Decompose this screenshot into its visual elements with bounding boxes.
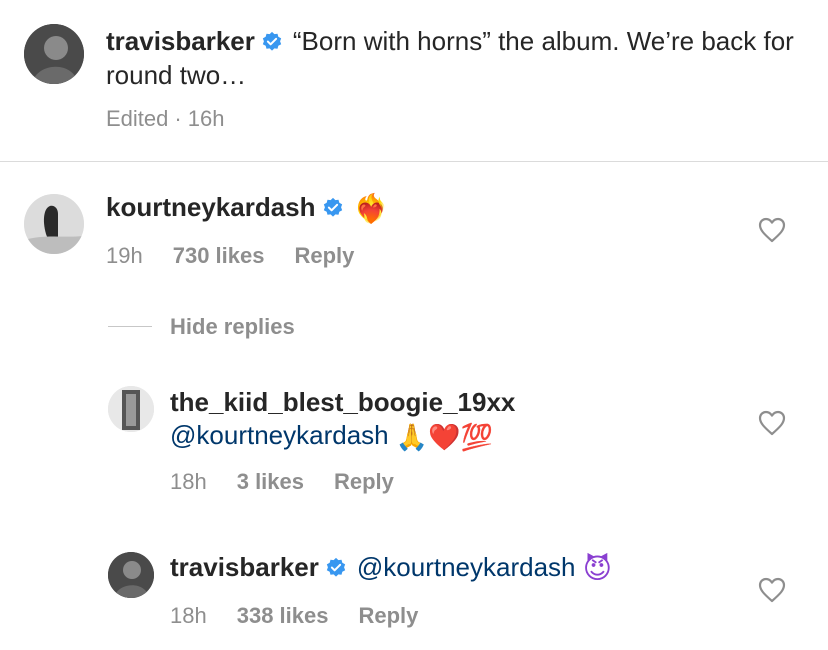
reply-likes[interactable]: 3 likes: [237, 469, 304, 494]
caption-meta: Edited · 16h: [106, 106, 254, 132]
caption-avatar[interactable]: [24, 24, 84, 84]
caption-time: 16h: [187, 106, 225, 131]
reply-avatar[interactable]: [108, 386, 154, 432]
comment-meta: 19h 730 likes Reply: [106, 243, 384, 269]
caption-body: travisbarker “Born with horns” the album.…: [106, 24, 796, 92]
reply-mention-link[interactable]: @kourtneykardash: [357, 552, 576, 582]
verified-badge-icon: [261, 31, 283, 53]
heart-outline-icon[interactable]: [758, 577, 786, 603]
comment-avatar[interactable]: [24, 194, 84, 254]
reply-username[interactable]: travisbarker: [170, 552, 319, 582]
meta-separator: ·: [174, 106, 182, 131]
reply-likes[interactable]: 338 likes: [237, 603, 329, 628]
comment-likes[interactable]: 730 likes: [173, 243, 265, 268]
reply-meta: 18h 3 likes Reply: [170, 469, 424, 495]
comment-reply-button[interactable]: Reply: [294, 243, 354, 268]
hide-replies-button[interactable]: Hide replies: [170, 314, 295, 340]
reply-reply-button[interactable]: Reply: [358, 603, 418, 628]
reply-row: the_kiid_blest_boogie_19xx @kourtneykard…: [170, 386, 770, 455]
heart-outline-icon[interactable]: [758, 217, 786, 243]
caption-divider: [0, 161, 828, 162]
reply-time: 18h: [170, 603, 207, 628]
reply-row: travisbarker @kourtneykardash 😈: [170, 550, 612, 586]
reply-meta: 18h 338 likes Reply: [170, 603, 448, 629]
reply-mention-link[interactable]: @kourtneykardash: [170, 420, 389, 450]
reply-reply-button[interactable]: Reply: [334, 469, 394, 494]
hide-replies-line: [108, 326, 152, 327]
comment-time: 19h: [106, 243, 143, 268]
reply-time: 18h: [170, 469, 207, 494]
reply-emojis: 🙏❤️💯: [395, 423, 493, 453]
reply-avatar[interactable]: [108, 552, 154, 598]
heart-outline-icon[interactable]: [758, 410, 786, 436]
comment-row: kourtneykardash ❤️‍🔥: [106, 192, 388, 225]
verified-badge-icon: [325, 557, 347, 579]
comment-username[interactable]: kourtneykardash: [106, 192, 316, 222]
edited-label: Edited: [106, 106, 169, 131]
heart-on-fire-emoji: ❤️‍🔥: [353, 192, 389, 225]
verified-badge-icon: [322, 197, 344, 219]
reply-username[interactable]: the_kiid_blest_boogie_19xx: [170, 386, 770, 418]
caption-username[interactable]: travisbarker: [106, 26, 255, 56]
smiling-imp-emoji: 😈: [582, 552, 612, 585]
